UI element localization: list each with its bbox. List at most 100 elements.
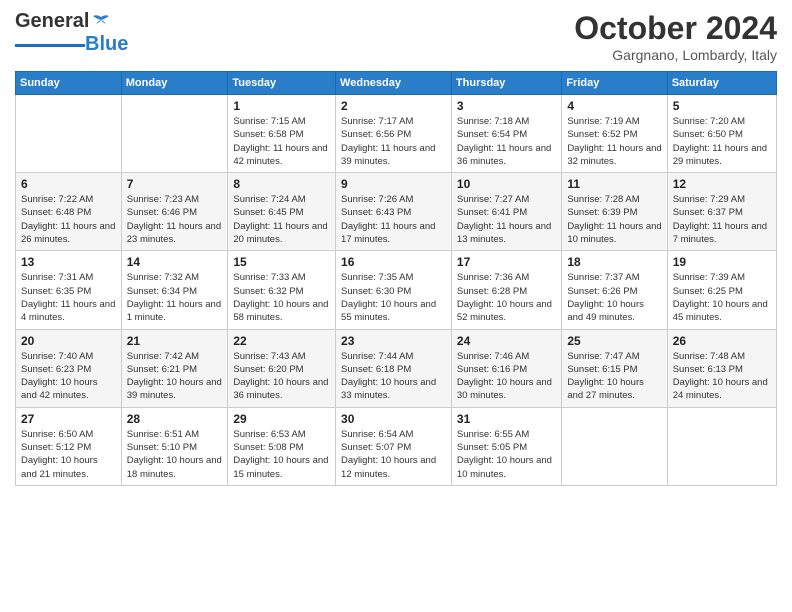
day-number: 7	[127, 177, 223, 191]
table-row: 15Sunrise: 7:33 AMSunset: 6:32 PMDayligh…	[228, 251, 336, 329]
table-row: 26 Sunrise: 7:48 AMSunset: 6:13 PMDayligh…	[667, 329, 776, 407]
day-number: 20	[21, 334, 116, 348]
day-number: 9	[341, 177, 446, 191]
day-info: Sunrise: 7:42 AMSunset: 6:21 PMDaylight:…	[127, 350, 223, 403]
day-number: 10	[457, 177, 556, 191]
day-info: Sunrise: 7:36 AMSunset: 6:28 PMDaylight:…	[457, 271, 556, 324]
logo-general: General	[15, 10, 89, 33]
table-row: 24Sunrise: 7:46 AMSunset: 6:16 PMDayligh…	[451, 329, 561, 407]
day-info: Sunrise: 7:19 AMSunset: 6:52 PMDaylight:…	[567, 115, 661, 168]
day-info: Sunrise: 7:23 AMSunset: 6:46 PMDaylight:…	[127, 193, 223, 246]
calendar-table: Sunday Monday Tuesday Wednesday Thursday…	[15, 71, 777, 486]
table-row: 11 Sunrise: 7:28 AMSunset: 6:39 PMDayligh…	[562, 173, 667, 251]
day-info: Sunrise: 6:54 AMSunset: 5:07 PMDaylight:…	[341, 428, 446, 481]
day-number: 8	[233, 177, 330, 191]
title-area: October 2024 Gargnano, Lombardy, Italy	[574, 10, 777, 63]
table-row: 13 Sunrise: 7:31 AMSunset: 6:35 PMDayligh…	[16, 251, 122, 329]
day-info: Sunrise: 6:55 AMSunset: 5:05 PMDaylight:…	[457, 428, 556, 481]
col-saturday: Saturday	[667, 72, 776, 95]
day-number: 31	[457, 412, 556, 426]
day-number: 1	[233, 99, 330, 113]
day-number: 11	[567, 177, 661, 191]
day-info: Sunrise: 6:51 AMSunset: 5:10 PMDaylight:…	[127, 428, 223, 481]
table-row: 16Sunrise: 7:35 AMSunset: 6:30 PMDayligh…	[336, 251, 452, 329]
day-number: 6	[21, 177, 116, 191]
table-row: 25Sunrise: 7:47 AMSunset: 6:15 PMDayligh…	[562, 329, 667, 407]
day-number: 26	[673, 334, 771, 348]
calendar-week-row: 27Sunrise: 6:50 AMSunset: 5:12 PMDayligh…	[16, 407, 777, 485]
table-row	[562, 407, 667, 485]
table-row: 21 Sunrise: 7:42 AMSunset: 6:21 PMDayligh…	[121, 329, 228, 407]
day-number: 13	[21, 255, 116, 269]
day-info: Sunrise: 6:53 AMSunset: 5:08 PMDaylight:…	[233, 428, 330, 481]
table-row: 14Sunrise: 7:32 AMSunset: 6:34 PMDayligh…	[121, 251, 228, 329]
table-row: 9 Sunrise: 7:26 AMSunset: 6:43 PMDaylight…	[336, 173, 452, 251]
day-info: Sunrise: 7:27 AMSunset: 6:41 PMDaylight:…	[457, 193, 556, 246]
day-number: 23	[341, 334, 446, 348]
day-number: 15	[233, 255, 330, 269]
day-info: Sunrise: 7:20 AMSunset: 6:50 PMDaylight:…	[673, 115, 771, 168]
table-row: 27Sunrise: 6:50 AMSunset: 5:12 PMDayligh…	[16, 407, 122, 485]
day-info: Sunrise: 7:47 AMSunset: 6:15 PMDaylight:…	[567, 350, 661, 403]
table-row: 20Sunrise: 7:40 AMSunset: 6:23 PMDayligh…	[16, 329, 122, 407]
table-row: 7 Sunrise: 7:23 AMSunset: 6:46 PMDaylight…	[121, 173, 228, 251]
table-row: 19 Sunrise: 7:39 AMSunset: 6:25 PMDayligh…	[667, 251, 776, 329]
header-area: General Blue October 2024 Gargnano, Lomb…	[15, 10, 777, 63]
day-number: 3	[457, 99, 556, 113]
table-row: 31 Sunrise: 6:55 AMSunset: 5:05 PMDayligh…	[451, 407, 561, 485]
table-row: 10 Sunrise: 7:27 AMSunset: 6:41 PMDayligh…	[451, 173, 561, 251]
day-info: Sunrise: 7:15 AMSunset: 6:58 PMDaylight:…	[233, 115, 330, 168]
day-number: 30	[341, 412, 446, 426]
table-row: 23Sunrise: 7:44 AMSunset: 6:18 PMDayligh…	[336, 329, 452, 407]
table-row: 12Sunrise: 7:29 AMSunset: 6:37 PMDayligh…	[667, 173, 776, 251]
day-number: 14	[127, 255, 223, 269]
calendar-week-row: 6 Sunrise: 7:22 AMSunset: 6:48 PMDaylight…	[16, 173, 777, 251]
table-row: 29 Sunrise: 6:53 AMSunset: 5:08 PMDayligh…	[228, 407, 336, 485]
day-info: Sunrise: 7:28 AMSunset: 6:39 PMDaylight:…	[567, 193, 661, 246]
day-number: 19	[673, 255, 771, 269]
table-row: 1 Sunrise: 7:15 AMSunset: 6:58 PMDaylight…	[228, 95, 336, 173]
day-info: Sunrise: 7:48 AMSunset: 6:13 PMDaylight:…	[673, 350, 771, 403]
table-row	[16, 95, 122, 173]
day-info: Sunrise: 7:37 AMSunset: 6:26 PMDaylight:…	[567, 271, 661, 324]
logo-bird-icon	[91, 12, 111, 32]
calendar-week-row: 13 Sunrise: 7:31 AMSunset: 6:35 PMDayligh…	[16, 251, 777, 329]
table-row: 6 Sunrise: 7:22 AMSunset: 6:48 PMDaylight…	[16, 173, 122, 251]
calendar-page: General Blue October 2024 Gargnano, Lomb…	[0, 0, 792, 496]
table-row: 2 Sunrise: 7:17 AMSunset: 6:56 PMDaylight…	[336, 95, 452, 173]
day-info: Sunrise: 7:29 AMSunset: 6:37 PMDaylight:…	[673, 193, 771, 246]
table-row: 17 Sunrise: 7:36 AMSunset: 6:28 PMDayligh…	[451, 251, 561, 329]
day-info: Sunrise: 7:17 AMSunset: 6:56 PMDaylight:…	[341, 115, 446, 168]
table-row: 18Sunrise: 7:37 AMSunset: 6:26 PMDayligh…	[562, 251, 667, 329]
logo-line	[15, 44, 85, 47]
day-info: Sunrise: 7:39 AMSunset: 6:25 PMDaylight:…	[673, 271, 771, 324]
day-info: Sunrise: 7:26 AMSunset: 6:43 PMDaylight:…	[341, 193, 446, 246]
day-number: 2	[341, 99, 446, 113]
table-row: 3 Sunrise: 7:18 AMSunset: 6:54 PMDaylight…	[451, 95, 561, 173]
table-row: 5Sunrise: 7:20 AMSunset: 6:50 PMDaylight…	[667, 95, 776, 173]
day-number: 16	[341, 255, 446, 269]
day-number: 21	[127, 334, 223, 348]
calendar-week-row: 1 Sunrise: 7:15 AMSunset: 6:58 PMDaylight…	[16, 95, 777, 173]
col-sunday: Sunday	[16, 72, 122, 95]
calendar-week-row: 20Sunrise: 7:40 AMSunset: 6:23 PMDayligh…	[16, 329, 777, 407]
day-info: Sunrise: 7:46 AMSunset: 6:16 PMDaylight:…	[457, 350, 556, 403]
logo-blue: Blue	[85, 33, 128, 56]
day-info: Sunrise: 7:31 AMSunset: 6:35 PMDaylight:…	[21, 271, 116, 324]
day-info: Sunrise: 7:24 AMSunset: 6:45 PMDaylight:…	[233, 193, 330, 246]
table-row: 28Sunrise: 6:51 AMSunset: 5:10 PMDayligh…	[121, 407, 228, 485]
day-number: 29	[233, 412, 330, 426]
day-info: Sunrise: 7:18 AMSunset: 6:54 PMDaylight:…	[457, 115, 556, 168]
day-number: 17	[457, 255, 556, 269]
table-row: 4Sunrise: 7:19 AMSunset: 6:52 PMDaylight…	[562, 95, 667, 173]
location: Gargnano, Lombardy, Italy	[574, 47, 777, 63]
logo: General Blue	[15, 10, 128, 56]
col-thursday: Thursday	[451, 72, 561, 95]
day-info: Sunrise: 7:22 AMSunset: 6:48 PMDaylight:…	[21, 193, 116, 246]
day-info: Sunrise: 7:43 AMSunset: 6:20 PMDaylight:…	[233, 350, 330, 403]
day-info: Sunrise: 6:50 AMSunset: 5:12 PMDaylight:…	[21, 428, 116, 481]
table-row: 8 Sunrise: 7:24 AMSunset: 6:45 PMDaylight…	[228, 173, 336, 251]
table-row	[667, 407, 776, 485]
table-row: 22Sunrise: 7:43 AMSunset: 6:20 PMDayligh…	[228, 329, 336, 407]
calendar-header-row: Sunday Monday Tuesday Wednesday Thursday…	[16, 72, 777, 95]
